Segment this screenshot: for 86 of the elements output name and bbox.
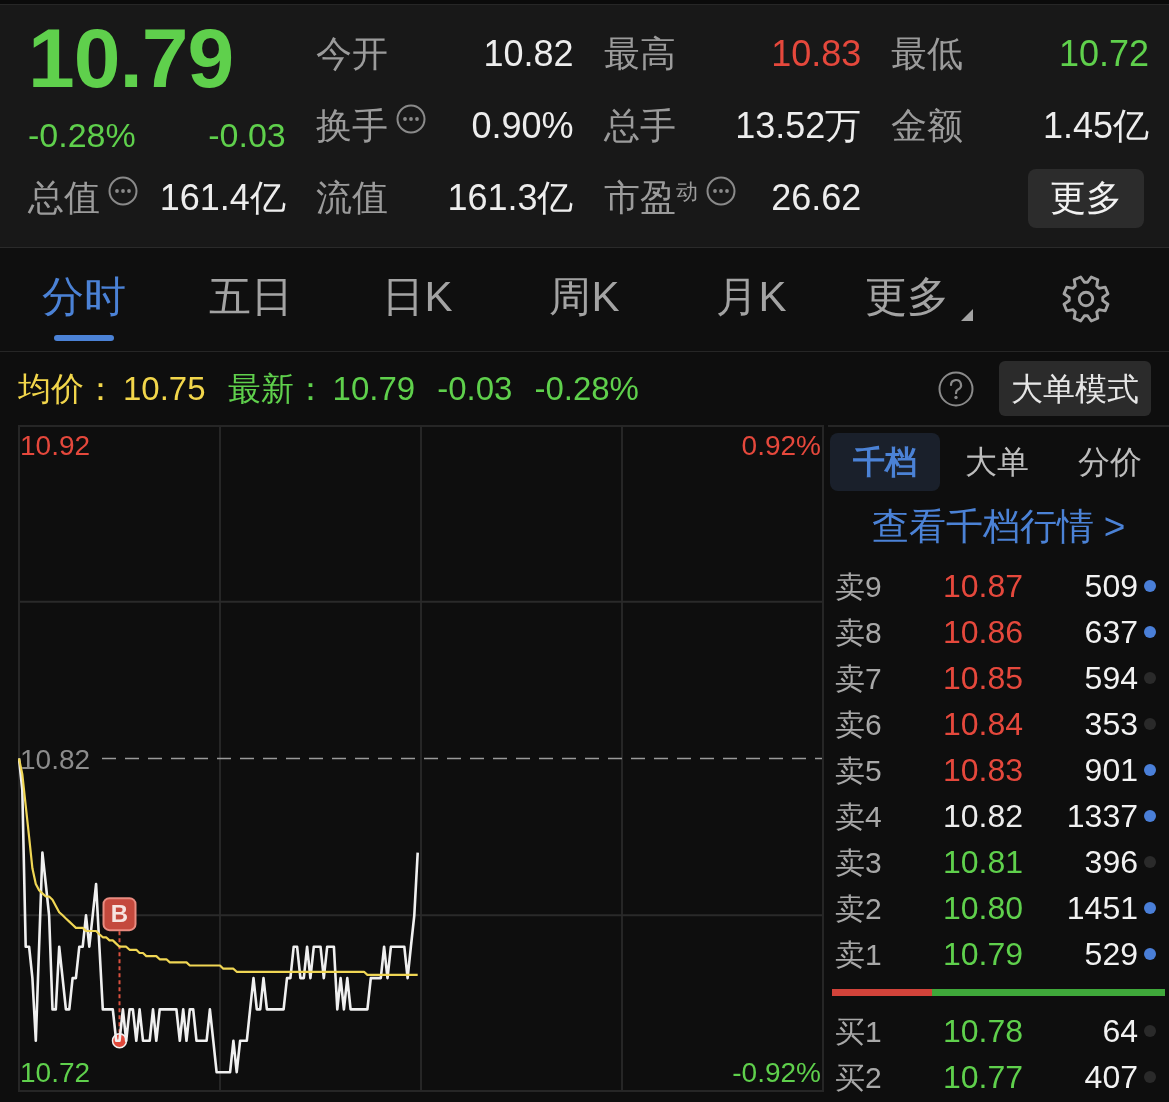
level-label: 卖7 — [835, 660, 883, 697]
latest-change: -0.03 — [437, 368, 513, 409]
stat-value: 161.3亿 — [447, 176, 574, 220]
level-label: 买1 — [835, 1013, 883, 1050]
axis-label: 10.72 — [20, 1057, 91, 1089]
percent-label: -0.92% — [732, 1057, 821, 1089]
stat-label: 市盈$^{动}$ — [603, 176, 698, 220]
level-price: 10.80 — [941, 889, 1023, 928]
order-book-tab[interactable]: 大单 — [942, 433, 1053, 491]
stat-value: 10.72 — [1058, 32, 1149, 76]
stat-value: 161.4亿 — [159, 176, 286, 220]
stat-label: 流值 — [315, 176, 388, 220]
level-price: 10.86 — [941, 613, 1023, 652]
level-volume: 407 — [1083, 1058, 1138, 1097]
stat-label: 最低 — [891, 32, 964, 76]
more-info-icon[interactable] — [395, 104, 426, 134]
level-label: 卖8 — [835, 614, 883, 651]
latest-change-percent: -0.28% — [534, 368, 639, 409]
level-price: 10.85 — [941, 659, 1023, 698]
help-icon[interactable] — [938, 370, 974, 407]
level-price: 10.78 — [941, 1012, 1023, 1051]
level-volume: 509 — [1083, 567, 1138, 606]
trade-marker-badge: B — [102, 897, 137, 932]
level-label: 卖4 — [835, 798, 883, 835]
stat-label: 今开 — [315, 32, 388, 76]
tab-indicator — [53, 335, 114, 341]
level-volume: 529 — [1083, 935, 1138, 974]
order-book-tab[interactable]: 千档 — [830, 433, 941, 491]
level-label: 卖1 — [835, 936, 883, 973]
level-price: 10.87 — [941, 567, 1023, 606]
average-label: 均价： — [18, 368, 117, 409]
marker-dot — [111, 1033, 128, 1049]
more-button[interactable]: 更多 — [1028, 168, 1144, 228]
mode-button[interactable]: 大单模式 — [999, 361, 1151, 416]
tab[interactable]: 周K — [545, 262, 624, 348]
level-price: 10.79 — [941, 935, 1023, 974]
stat-label: 换手 — [315, 104, 388, 148]
price-change: -0.03 — [208, 115, 286, 155]
level-price: 10.84 — [941, 705, 1023, 744]
stat-value: 1.45亿 — [1042, 104, 1149, 148]
price-change: -0.28% — [28, 115, 136, 155]
level-price: 10.82 — [941, 797, 1023, 836]
level-volume: 353 — [1083, 705, 1138, 744]
tab[interactable]: 更多 — [860, 262, 977, 348]
level-volume: 637 — [1083, 613, 1138, 652]
stat-label: 金额 — [891, 104, 964, 148]
percent-label: 0.92% — [741, 429, 821, 461]
level-label: 买2 — [835, 1059, 883, 1096]
stat-value: 10.83 — [771, 32, 862, 76]
level-label: 卖6 — [835, 706, 883, 743]
level-volume: 396 — [1083, 843, 1138, 882]
stat-label: 最高 — [603, 32, 676, 76]
stat-value: 26.62 — [771, 176, 862, 220]
caret-icon — [960, 309, 973, 321]
tab[interactable]: 月K — [712, 262, 791, 348]
level-volume: 901 — [1083, 751, 1138, 790]
tab[interactable]: 分时 — [37, 262, 130, 348]
settings-icon[interactable] — [1060, 274, 1111, 324]
depth-link[interactable]: 查看千档行情 > — [871, 499, 1126, 555]
axis-label: 10.92 — [20, 429, 91, 461]
level-label: 卖5 — [835, 752, 883, 789]
latest-value: 10.79 — [332, 368, 416, 409]
stat-label: 总手 — [603, 104, 676, 148]
more-info-icon[interactable] — [108, 176, 138, 206]
level-volume: 594 — [1083, 659, 1138, 698]
axis-label: 10.82 — [20, 743, 91, 775]
tab[interactable]: 日K — [378, 262, 457, 348]
stat-value: 0.90% — [471, 104, 574, 148]
level-label: 卖2 — [835, 890, 883, 927]
more-info-icon[interactable] — [705, 176, 736, 206]
latest-label: 最新： — [227, 368, 327, 409]
order-book-tab[interactable]: 分价 — [1054, 433, 1165, 491]
level-price: 10.81 — [941, 843, 1023, 882]
average-value: 10.75 — [123, 368, 206, 409]
level-price: 10.83 — [941, 751, 1023, 790]
level-volume: 1337 — [1065, 797, 1138, 836]
level-label: 卖9 — [835, 568, 883, 605]
level-volume: 1451 — [1065, 889, 1138, 928]
level-label: 卖3 — [835, 844, 883, 881]
level-volume: 64 — [1101, 1012, 1138, 1051]
stat-value: 10.82 — [483, 32, 574, 76]
last-price: 10.79 — [28, 22, 234, 94]
stat-value: 13.52万 — [735, 104, 862, 148]
tab[interactable]: 五日 — [204, 262, 297, 348]
stat-label: 总值 — [28, 176, 100, 220]
level-price: 10.77 — [941, 1058, 1023, 1097]
